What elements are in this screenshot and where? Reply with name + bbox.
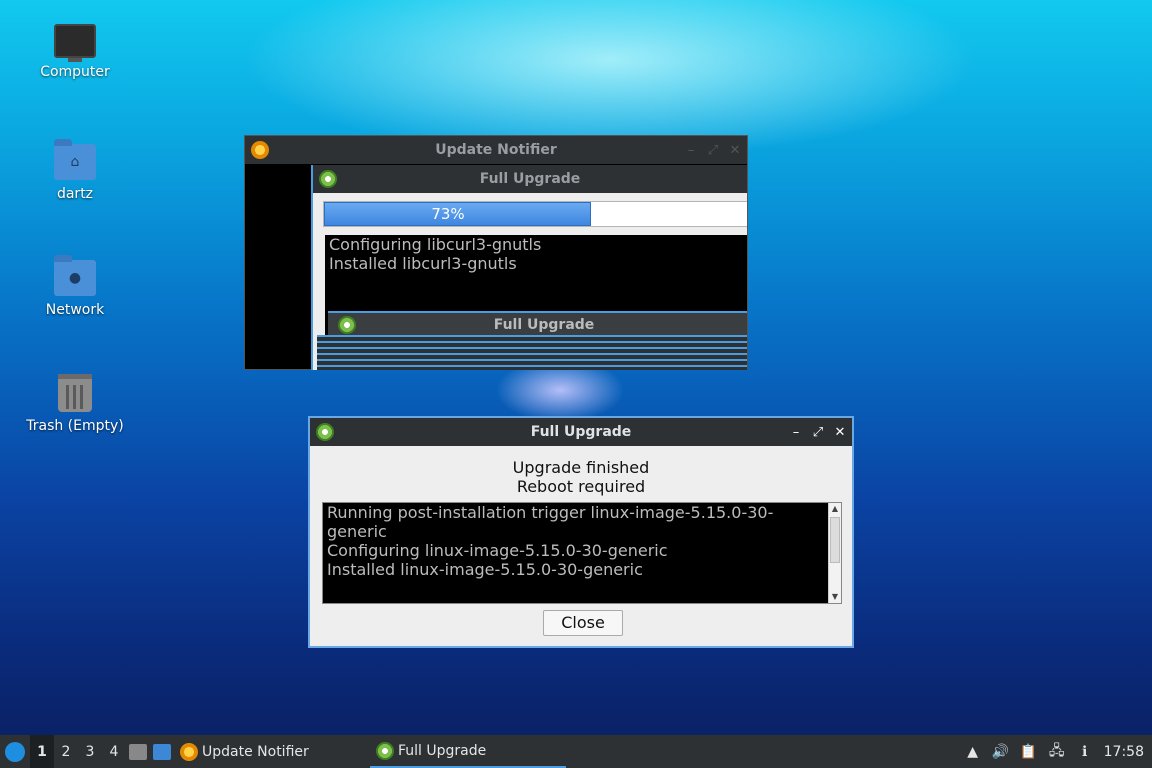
- full-upgrade-progress-dialog[interactable]: Full Upgrade Configuring python3-softwar…: [311, 165, 747, 370]
- minimize-button[interactable]: –: [790, 425, 802, 440]
- task-update-notifier[interactable]: Update Notifier: [174, 735, 370, 768]
- close-dialog-button[interactable]: Close: [543, 610, 623, 636]
- message-line: Upgrade finished: [512, 458, 650, 477]
- update-notifier-window[interactable]: Update Notifier – ⤢ ✕ Full Upgrade Confi…: [244, 135, 748, 370]
- scroll-up-arrow-icon[interactable]: ▲: [829, 503, 841, 515]
- log-line: Configuring libcurl3-gnutls: [329, 235, 542, 254]
- home-folder-icon: ⌂: [54, 139, 96, 180]
- gear-icon: [338, 316, 356, 334]
- network-icon[interactable]: 🖧: [1048, 743, 1066, 761]
- task-full-upgrade[interactable]: Full Upgrade: [370, 735, 566, 768]
- minimize-button[interactable]: –: [685, 143, 697, 158]
- dialog-title: Full Upgrade: [530, 424, 632, 440]
- trash-icon: [58, 374, 92, 412]
- log-line: Installed libcurl3-gnutls: [329, 254, 517, 273]
- close-button[interactable]: ✕: [729, 143, 741, 158]
- titlebar[interactable]: Full Upgrade: [313, 165, 747, 193]
- maximize-button[interactable]: ⤢: [707, 143, 719, 158]
- window-title: Update Notifier: [435, 142, 557, 158]
- desktop-switch-4[interactable]: 4: [102, 735, 126, 768]
- desktop-icon-label: Network: [45, 302, 105, 318]
- titlebar[interactable]: Full Upgrade – ⤢ ✕: [310, 418, 852, 446]
- lubuntu-logo-icon: [5, 741, 25, 762]
- stacked-window-trails: [317, 335, 747, 370]
- desktop-icon-trash[interactable]: Trash (Empty): [20, 374, 130, 434]
- gear-icon: [319, 170, 337, 188]
- file-manager-launcher[interactable]: [126, 735, 150, 768]
- stacked-title-text: Full Upgrade: [493, 317, 595, 333]
- desktop-icon-label: dartz: [56, 186, 94, 202]
- show-desktop-icon: [153, 743, 171, 760]
- progress-bar: 73%: [323, 201, 747, 227]
- update-notifier-icon: [180, 742, 198, 761]
- desktop-switch-3[interactable]: 3: [78, 735, 102, 768]
- taskbar: 1 2 3 4 Update Notifier Full Upgrade ▲ 🔊…: [0, 735, 1152, 768]
- desktop-icon-label: Trash (Empty): [26, 418, 124, 434]
- full-upgrade-dialog[interactable]: Full Upgrade – ⤢ ✕ Upgrade finished Rebo…: [308, 416, 854, 648]
- file-manager-icon: [129, 743, 147, 760]
- message-line: Reboot required: [516, 477, 646, 496]
- update-notifier-icon: [251, 141, 269, 159]
- close-button[interactable]: ✕: [834, 425, 846, 440]
- stacked-dialog-title: Full Upgrade: [328, 311, 747, 335]
- desktop-switch-2[interactable]: 2: [54, 735, 78, 768]
- desktop-icon-label: Computer: [40, 64, 110, 80]
- tray-arrow-icon[interactable]: ▲: [964, 743, 982, 761]
- progress-label: 73%: [431, 205, 465, 223]
- show-desktop-launcher[interactable]: [150, 735, 174, 768]
- desktop-switch-1[interactable]: 1: [30, 735, 54, 768]
- dialog-title: Full Upgrade: [479, 171, 581, 187]
- gear-icon: [376, 741, 394, 760]
- start-menu-button[interactable]: [0, 735, 30, 768]
- clock[interactable]: 17:58: [1104, 744, 1144, 760]
- desktop-icon-network[interactable]: ● Network: [20, 255, 130, 318]
- maximize-button[interactable]: ⤢: [812, 425, 824, 440]
- update-alert-icon[interactable]: ℹ: [1076, 743, 1094, 761]
- desktop-icon-computer[interactable]: Computer: [20, 24, 130, 80]
- message: Upgrade finished Reboot required: [310, 458, 852, 496]
- log-line: Installed linux-image-5.15.0-30-generic: [327, 560, 643, 579]
- scroll-thumb[interactable]: [830, 517, 840, 563]
- computer-icon: [54, 24, 96, 62]
- log-view[interactable]: Running post-installation trigger linux-…: [322, 502, 842, 604]
- scroll-down-arrow-icon[interactable]: ▼: [829, 591, 841, 603]
- clipboard-icon[interactable]: 📋: [1020, 743, 1038, 761]
- volume-icon[interactable]: 🔊: [992, 743, 1010, 761]
- log-line: Running post-installation trigger linux-…: [327, 503, 774, 522]
- titlebar[interactable]: Update Notifier – ⤢ ✕: [245, 136, 747, 164]
- gear-icon: [316, 423, 334, 441]
- scrollbar[interactable]: ▲ ▼: [828, 503, 841, 603]
- system-tray: ▲ 🔊 📋 🖧 ℹ 17:58: [964, 743, 1152, 761]
- task-label: Full Upgrade: [398, 742, 487, 759]
- log-line: Configuring linux-image-5.15.0-30-generi…: [327, 541, 668, 560]
- desktop-icon-home[interactable]: ⌂ dartz: [20, 139, 130, 202]
- task-label: Update Notifier: [202, 743, 309, 760]
- log-line: generic: [327, 522, 387, 541]
- network-folder-icon: ●: [54, 255, 96, 296]
